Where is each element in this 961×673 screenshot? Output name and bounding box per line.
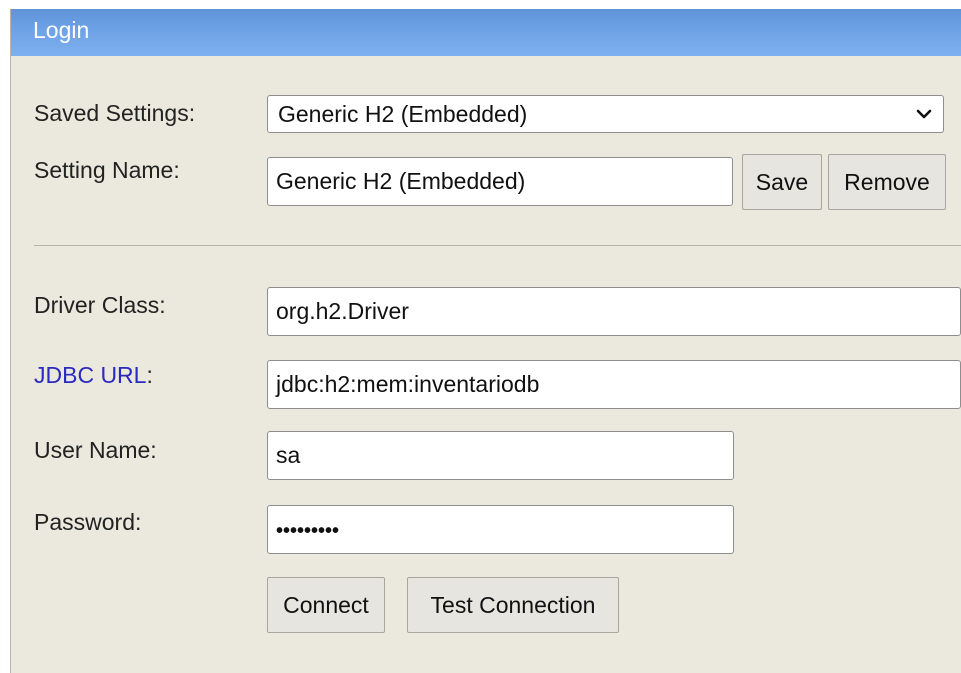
section-divider bbox=[34, 245, 961, 246]
saved-settings-selected-value: Generic H2 (Embedded) bbox=[278, 101, 528, 127]
password-masked-value: ••••••••• bbox=[276, 520, 340, 542]
password-label: Password: bbox=[34, 509, 142, 535]
setting-name-value: Generic H2 (Embedded) bbox=[276, 168, 526, 194]
driver-class-value: org.h2.Driver bbox=[276, 298, 409, 324]
setting-name-input[interactable]: Generic H2 (Embedded) bbox=[267, 157, 733, 206]
title-bar: Login bbox=[11, 9, 961, 56]
user-name-value: sa bbox=[276, 442, 301, 468]
user-name-label: User Name: bbox=[34, 437, 157, 463]
jdbc-url-colon: : bbox=[146, 362, 153, 388]
panel-title: Login bbox=[33, 17, 90, 43]
remove-button[interactable]: Remove bbox=[828, 154, 946, 210]
connect-button[interactable]: Connect bbox=[267, 577, 385, 633]
setting-name-label: Setting Name: bbox=[34, 157, 180, 183]
driver-class-input[interactable]: org.h2.Driver bbox=[267, 287, 961, 336]
jdbc-url-input[interactable]: jdbc:h2:mem:inventariodb bbox=[267, 360, 961, 409]
password-input[interactable]: ••••••••• bbox=[267, 505, 734, 554]
save-button[interactable]: Save bbox=[742, 154, 822, 210]
test-connection-button[interactable]: Test Connection bbox=[407, 577, 619, 633]
jdbc-url-label-text[interactable]: JDBC URL bbox=[34, 362, 146, 388]
page-top-edge: ​ bbox=[0, 0, 961, 9]
saved-settings-select[interactable]: Generic H2 (Embedded) bbox=[267, 95, 944, 133]
jdbc-url-label[interactable]: JDBC URL: bbox=[34, 362, 153, 389]
user-name-input[interactable]: sa bbox=[267, 431, 734, 480]
chevron-down-icon bbox=[916, 109, 932, 119]
saved-settings-label: Saved Settings: bbox=[34, 100, 196, 126]
driver-class-label: Driver Class: bbox=[34, 292, 166, 318]
jdbc-url-value: jdbc:h2:mem:inventariodb bbox=[276, 371, 540, 397]
login-panel: Login Saved Settings: Generic H2 (Embedd… bbox=[10, 9, 961, 673]
